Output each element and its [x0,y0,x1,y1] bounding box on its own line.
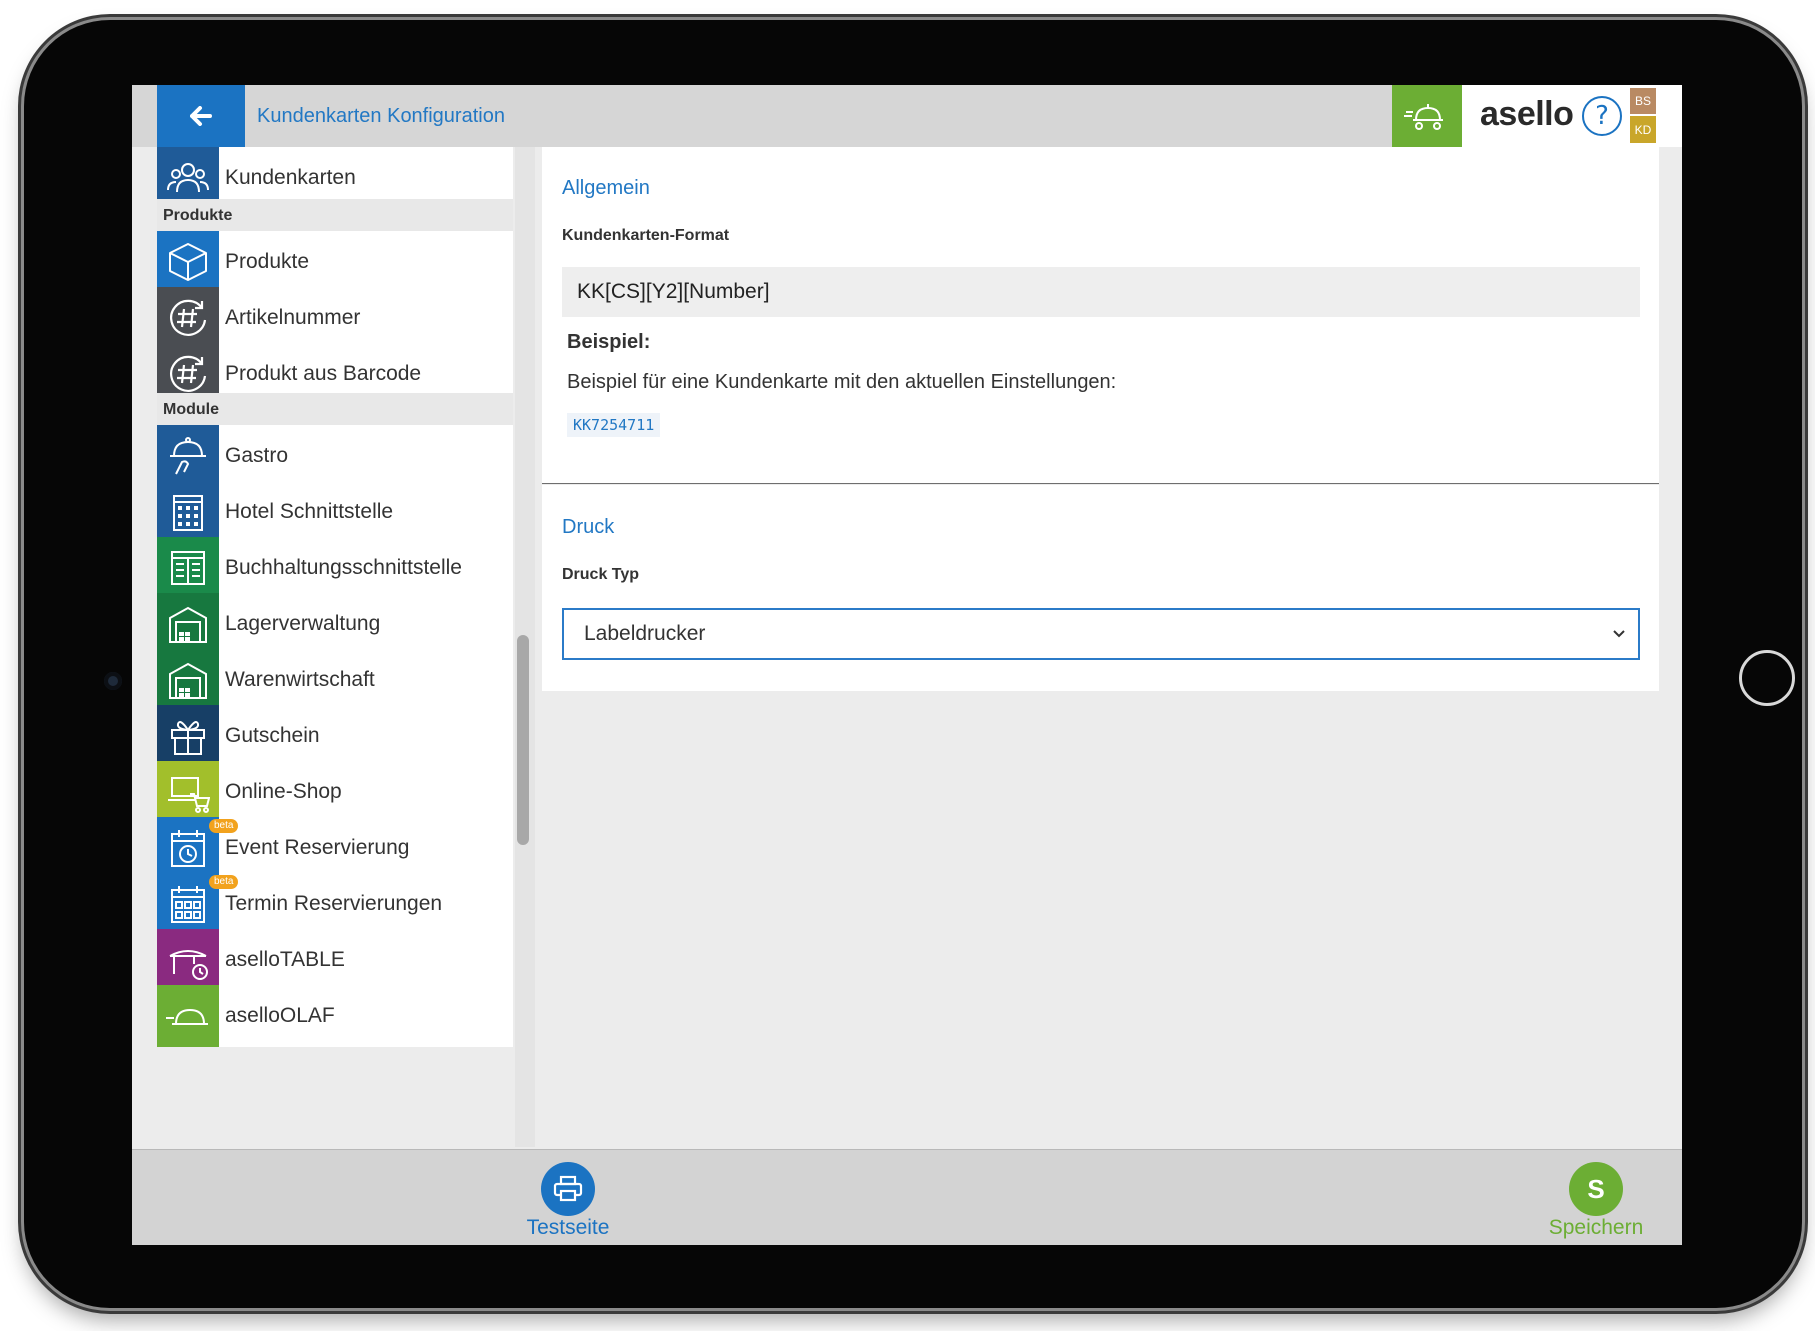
sidebar-item-asellolaf[interactable]: aselloOLAF [157,985,513,1047]
help-button[interactable]: ? [1582,96,1622,136]
example-heading: Beispiel: [567,331,651,353]
sidebar-item-label: Termin Reservierungen [225,892,443,915]
table-clock-icon [157,929,219,991]
save-label: Speichern [1548,1216,1644,1239]
sidebar-item-produkte[interactable]: Produkte [157,231,513,293]
group-title-produkte: Produkte [157,199,513,231]
home-button[interactable] [1739,650,1795,706]
format-input[interactable]: KK[CS][Y2][Number] [562,267,1640,317]
beta-badge: beta [209,875,239,889]
sidebar-item-label: Event Reservierung [225,836,410,859]
user-badge-kd[interactable]: KD [1630,116,1656,143]
sidebar-item-gastro[interactable]: Gastro [157,425,513,487]
general-section: Allgemein Kundenkarten-Format KK[CS][Y2]… [542,147,1659,484]
box-icon [157,231,219,293]
asello-logo: asello [1480,95,1574,133]
sidebar-item-label: aselloTABLE [225,948,345,971]
warehouse-icon [157,649,219,711]
calendar-grid-icon: beta [157,873,239,935]
sidebar-item-label: Online-Shop [225,780,342,803]
printer-icon [541,1162,595,1216]
gastro-button[interactable] [1392,85,1462,147]
sidebar-item-buchhaltungsschnittstelle[interactable]: Buchhaltungsschnittstelle [157,537,513,599]
sidebar-item-artikelnummer[interactable]: Artikelnummer [157,287,513,349]
sidebar-item-event-reservierung[interactable]: beta Event Reservierung [157,817,513,879]
print-type-label: Druck Typ [562,566,640,583]
sidebar-item-label: Produkt aus Barcode [225,362,422,385]
warehouse-icon [157,593,219,655]
sidebar-item-lagerverwaltung[interactable]: Lagerverwaltung [157,593,513,655]
user-badge-bs[interactable]: BS [1630,88,1656,114]
ledger-icon [157,537,219,599]
format-label: Kundenkarten-Format [562,227,730,244]
sidebar-item-label: Artikelnummer [225,306,361,329]
sidebar-item-label: aselloOLAF [225,1004,335,1027]
sidebar-item-label: Kundenkarten [225,166,356,189]
sidebar-item-online-shop[interactable]: Online-Shop [157,761,513,823]
sidebar-item-label: Warenwirtschaft [225,668,375,691]
back-button[interactable] [157,85,245,147]
beta-badge: beta [209,819,239,833]
logo-area: asello ? BS KD [1462,85,1682,147]
test-page-label: Testseite [526,1216,610,1239]
sidebar-item-hotel-schnittstelle[interactable]: Hotel Schnittstelle [157,481,513,543]
sidebar-item-label: Gastro [225,444,289,467]
gift-icon [157,705,219,767]
sidebar-item-label: Hotel Schnittstelle [225,500,394,523]
cloche-icon [157,425,219,487]
section-title-allgemein: Allgemein [562,177,650,199]
sidebar-item-termin-reservierungen[interactable]: beta Termin Reservierungen [157,873,513,935]
sidebar-item-label: Lagerverwaltung [225,612,381,635]
bottom-bar: Testseite S Speichern [132,1149,1682,1245]
cloche-icon [157,985,219,1047]
sidebar-item-label: Gutschein [225,724,320,747]
sidebar-item-gutschein[interactable]: Gutschein [157,705,513,767]
top-bar: Kundenkarten Konfiguration asello ? BS K… [132,85,1682,147]
building-icon [157,481,219,543]
app-screen: Kundenkarten Konfiguration asello ? BS K… [132,85,1682,1245]
section-title-druck: Druck [562,516,615,538]
sidebar-item-asellotable[interactable]: aselloTABLE [157,929,513,991]
sidebar-item-warenwirtschaft[interactable]: Warenwirtschaft [157,649,513,711]
print-section: Druck Druck Typ Labeldrucker [542,485,1659,691]
page-title: Kundenkarten Konfiguration [257,105,505,127]
hash-refresh-icon [157,287,219,349]
sidebar-item-label: Produkte [225,250,310,273]
chevron-down-icon [1612,610,1626,678]
print-type-value: Labeldrucker [584,622,706,645]
camera-icon [104,672,122,690]
sidebar-item-label: Buchhaltungsschnittstelle [225,556,462,579]
sidebar-scrollbar-thumb[interactable] [517,635,529,845]
help-icon: ? [1595,101,1609,131]
sidebar: Kundenkarten Produkte Produkte Artikelnu… [157,147,513,1147]
print-type-select[interactable]: Labeldrucker [562,608,1640,660]
save-button[interactable]: S Speichern [1526,1150,1666,1245]
calendar-clock-icon: beta [157,817,239,879]
test-page-button[interactable]: Testseite [498,1150,638,1245]
example-description: Beispiel für eine Kundenkarte mit den ak… [567,371,1117,393]
arrow-left-icon [190,106,212,126]
save-icon: S [1569,1162,1623,1216]
group-title-module: Module [157,393,513,425]
example-code: KK7254711 [567,413,661,437]
food-delivery-icon [1404,104,1443,130]
laptop-cart-icon [157,761,219,823]
